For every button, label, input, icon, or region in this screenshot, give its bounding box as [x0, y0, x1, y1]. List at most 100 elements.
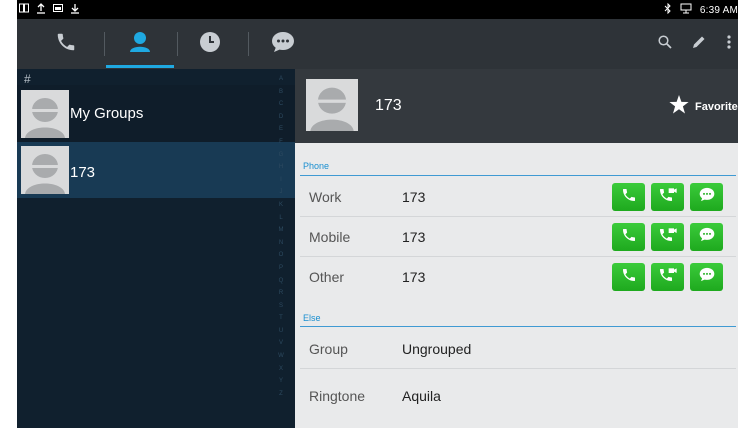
message-icon — [699, 187, 715, 207]
message-button[interactable] — [690, 183, 723, 211]
contact-name: My Groups — [70, 105, 144, 122]
list-item-my-groups[interactable]: My Groups — [17, 85, 295, 142]
video-call-button[interactable] — [651, 183, 684, 211]
alphabet-letter[interactable]: M — [279, 224, 284, 237]
contact-name-title: 173 — [375, 97, 402, 114]
alphabet-letter[interactable]: N — [279, 237, 283, 250]
tab-contacts[interactable] — [105, 19, 175, 69]
person-icon — [129, 30, 151, 59]
alphabet-letter[interactable]: Q — [279, 275, 284, 288]
ringtone-row[interactable]: Ringtone Aquila — [295, 376, 738, 416]
field-label: Work — [309, 189, 342, 205]
alphabet-letter[interactable]: T — [279, 312, 283, 325]
contact-detail-header: 173 Favorite — [295, 69, 738, 143]
edit-button[interactable] — [687, 31, 711, 57]
usb-icon — [680, 3, 692, 17]
search-icon — [658, 34, 672, 54]
phone-row-work: Work 173 — [295, 177, 738, 217]
alphabet-letter[interactable]: G — [279, 149, 284, 162]
phone-icon — [621, 267, 637, 288]
call-button[interactable] — [612, 183, 645, 211]
video-call-icon — [658, 187, 678, 208]
field-label: Ringtone — [309, 388, 366, 404]
alphabet-letter[interactable]: F — [279, 136, 283, 149]
alphabet-letter[interactable]: H — [279, 161, 283, 174]
field-label: Mobile — [309, 229, 351, 245]
field-value[interactable]: 173 — [402, 189, 425, 205]
call-button[interactable] — [612, 263, 645, 291]
video-call-button[interactable] — [651, 263, 684, 291]
alphabet-letter[interactable]: S — [279, 300, 283, 313]
alphabet-index[interactable]: ABCDEFGHIJKLMNOPQRSTUVWXYZ — [275, 73, 287, 400]
row-divider — [300, 368, 736, 369]
bluetooth-icon — [664, 2, 672, 17]
phone-icon — [55, 31, 77, 58]
alphabet-letter[interactable]: I — [280, 174, 282, 187]
video-call-icon — [658, 267, 678, 288]
alphabet-letter[interactable]: D — [279, 111, 283, 124]
alphabet-letter[interactable]: Y — [279, 375, 283, 388]
message-icon — [699, 227, 715, 247]
alphabet-letter[interactable]: A — [279, 73, 283, 86]
alphabet-letter[interactable]: P — [279, 262, 283, 275]
avatar — [21, 146, 69, 194]
favorite-label: Favorite — [695, 101, 738, 113]
status-time: 6:39 AM — [699, 4, 738, 16]
message-button[interactable] — [690, 263, 723, 291]
index-header: # — [24, 72, 31, 86]
more-icon — [727, 34, 731, 54]
alphabet-letter[interactable]: L — [279, 212, 282, 225]
field-value[interactable]: 173 — [402, 269, 425, 285]
tab-dialer[interactable] — [31, 19, 101, 69]
edit-icon — [692, 35, 706, 54]
alphabet-letter[interactable]: K — [279, 199, 283, 212]
message-button[interactable] — [690, 223, 723, 251]
group-row[interactable]: Group Ungrouped — [295, 329, 738, 369]
alphabet-letter[interactable]: X — [279, 363, 283, 376]
section-divider — [300, 326, 736, 327]
star-icon — [669, 95, 689, 119]
phone-icon — [621, 187, 637, 208]
message-icon — [699, 267, 715, 287]
upload-icon — [36, 2, 46, 14]
alphabet-letter[interactable]: R — [279, 287, 283, 300]
alphabet-letter[interactable]: J — [280, 186, 283, 199]
alphabet-letter[interactable]: E — [279, 123, 283, 136]
download-icon — [70, 2, 80, 14]
tab-messages[interactable] — [248, 19, 318, 69]
alphabet-letter[interactable]: Z — [279, 388, 283, 401]
search-button[interactable] — [653, 31, 677, 57]
field-value: Aquila — [402, 388, 441, 404]
section-divider — [300, 175, 736, 176]
alphabet-letter[interactable]: U — [279, 325, 283, 338]
overflow-menu-button[interactable] — [717, 31, 738, 57]
clock-icon — [199, 31, 221, 58]
contact-avatar — [306, 79, 358, 131]
phone-row-other: Other 173 — [295, 257, 738, 297]
chat-icon — [271, 31, 295, 58]
alphabet-letter[interactable]: V — [279, 337, 283, 350]
list-item-173[interactable]: 173 — [17, 142, 295, 198]
tab-bar — [17, 19, 738, 69]
field-value[interactable]: 173 — [402, 229, 425, 245]
screenshot-icon — [53, 2, 63, 14]
section-title-else: Else — [303, 313, 321, 323]
contact-detail-body: Phone Work 173 Mobile 173 Other 173 Else — [295, 143, 738, 428]
section-title-phone: Phone — [303, 161, 330, 171]
alphabet-letter[interactable]: B — [279, 86, 283, 99]
call-button[interactable] — [612, 223, 645, 251]
usb-debug-icon — [19, 2, 29, 14]
favorite-button[interactable]: Favorite — [669, 95, 738, 119]
video-call-icon — [658, 227, 678, 248]
alphabet-letter[interactable]: W — [278, 350, 284, 363]
phone-icon — [621, 227, 637, 248]
video-call-button[interactable] — [651, 223, 684, 251]
contact-list: # My Groups 173 ABCDEFGHIJKLMNOPQRSTUVWX… — [17, 69, 295, 428]
field-value: Ungrouped — [402, 341, 472, 357]
field-label: Group — [309, 341, 348, 357]
avatar — [21, 89, 69, 138]
alphabet-letter[interactable]: C — [279, 98, 283, 111]
alphabet-letter[interactable]: O — [279, 249, 284, 262]
tab-history[interactable] — [175, 19, 245, 69]
phone-row-mobile: Mobile 173 — [295, 217, 738, 257]
